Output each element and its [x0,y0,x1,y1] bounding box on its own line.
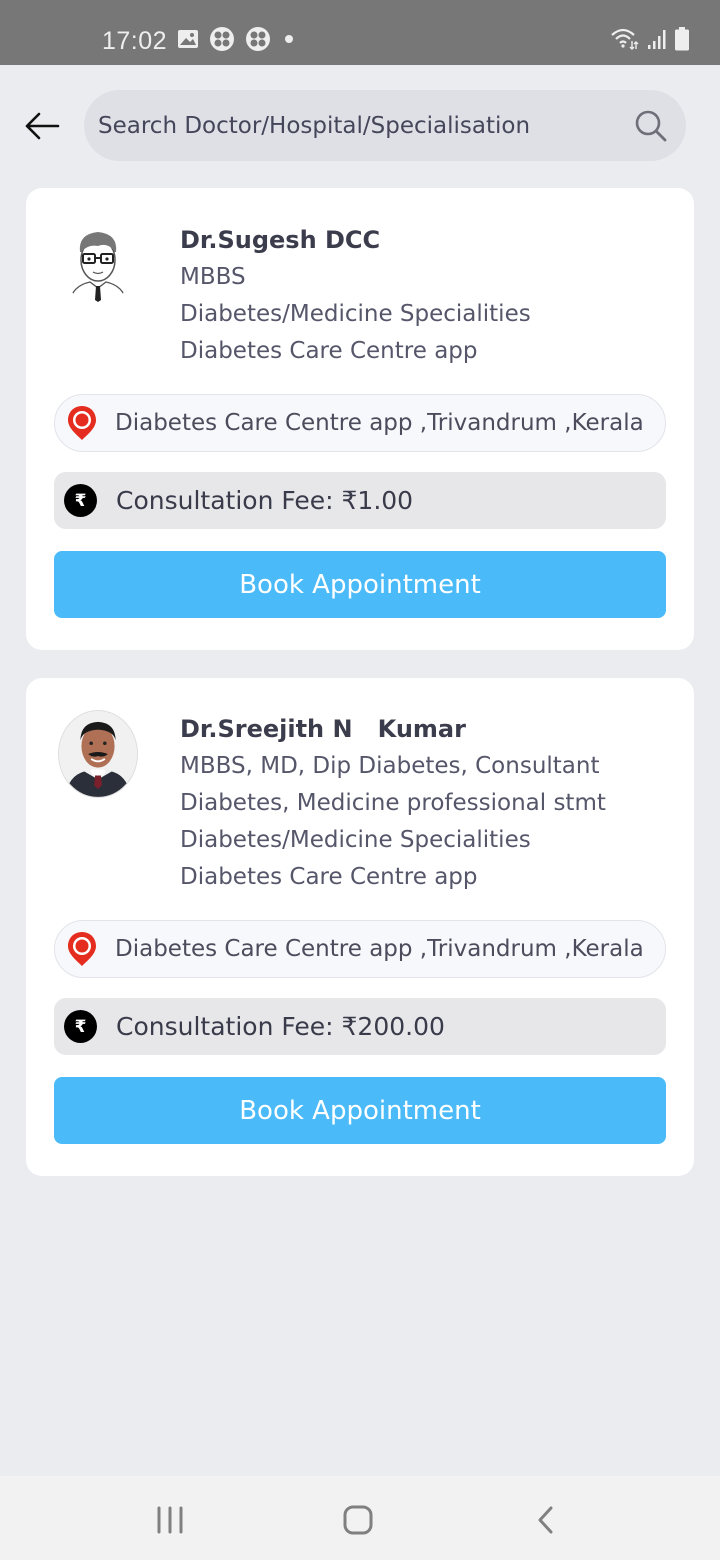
book-appointment-button[interactable]: Book Appointment [54,1077,666,1144]
back-button[interactable] [22,106,62,146]
fee-text: Consultation Fee: ₹1.00 [116,486,414,515]
app-icon [209,26,235,56]
doctor-photo-avatar [58,710,138,798]
cartoon-doctor-avatar [58,222,138,302]
doctor-specialty: Diabetes/Medicine Specialities [180,827,531,853]
doctor-card[interactable]: Dr.Sugesh DCC MBBS Diabetes/Medicine Spe… [26,188,694,650]
doctor-name: Dr.Sreejith N Kumar [180,715,466,743]
doctor-hospital: Diabetes Care Centre app [180,864,478,890]
doctor-specialty: Diabetes/Medicine Specialities [180,301,531,327]
location-chip[interactable]: Diabetes Care Centre app ,Trivandrum ,Ke… [54,920,666,978]
recent-apps-icon[interactable] [152,1502,188,1542]
rupee-icon: ₹ [64,484,97,517]
back-icon[interactable] [530,1502,560,1542]
location-pin-icon [65,930,99,968]
location-pin-icon [65,404,99,442]
consultation-fee: ₹ Consultation Fee: ₹200.00 [54,998,666,1055]
notification-dot-icon [281,31,297,51]
battery-icon [674,26,690,56]
home-icon[interactable] [338,1502,378,1542]
search-icon[interactable] [634,109,668,147]
status-bar: 17:02 [0,0,720,65]
top-bar [0,90,720,162]
arrow-left-icon [25,112,60,140]
search-input[interactable] [98,112,618,139]
location-text: Diabetes Care Centre app ,Trivandrum ,Ke… [115,410,644,436]
app-icon [245,26,271,56]
book-appointment-button[interactable]: Book Appointment [54,551,666,618]
doctor-info: Dr.Sugesh DCC MBBS Diabetes/Medicine Spe… [180,222,531,370]
status-left: 17:02 [102,26,297,56]
signal-icon [646,27,668,55]
gallery-icon [177,28,199,54]
doctor-info: Dr.Sreejith N Kumar MBBS, MD, Dip Diabet… [180,711,606,896]
search-bar[interactable] [84,90,686,161]
rupee-icon: ₹ [64,1010,97,1043]
doctor-card[interactable]: Dr.Sreejith N Kumar MBBS, MD, Dip Diabet… [26,678,694,1176]
fee-text: Consultation Fee: ₹200.00 [116,1012,445,1041]
status-right [610,26,690,56]
doctor-qualification: MBBS [180,264,246,290]
system-nav-bar [0,1476,720,1560]
location-chip[interactable]: Diabetes Care Centre app ,Trivandrum ,Ke… [54,394,666,452]
doctor-qualification: MBBS, MD, Dip Diabetes, Consultant [180,753,600,779]
doctor-hospital: Diabetes Care Centre app [180,338,478,364]
doctor-name: Dr.Sugesh DCC [180,226,381,254]
consultation-fee: ₹ Consultation Fee: ₹1.00 [54,472,666,529]
doctor-qualification-cont: Diabetes, Medicine professional stmt [180,790,606,816]
location-text: Diabetes Care Centre app ,Trivandrum ,Ke… [115,936,644,962]
status-time: 17:02 [102,26,168,55]
wifi-icon [610,27,640,55]
